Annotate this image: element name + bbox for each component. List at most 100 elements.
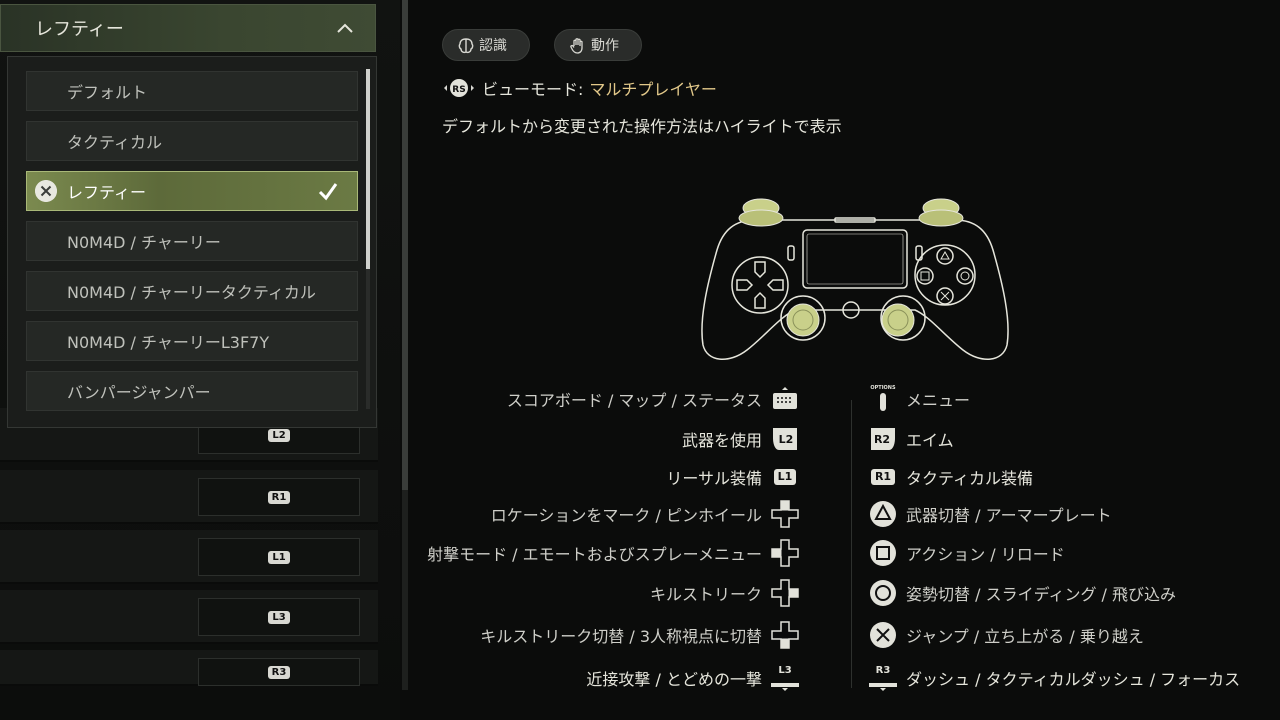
preset-option-label: N0M4D / チャーリーL3F7Y bbox=[67, 333, 270, 352]
binding-right-r2: R2 エイム bbox=[868, 424, 954, 454]
l2-icon: L2 bbox=[770, 425, 800, 453]
preset-option-selected[interactable]: レフティー bbox=[26, 171, 358, 211]
cross-button-icon bbox=[35, 180, 57, 202]
binding-left-dpad-down: キルストリーク切替 / 3人称視点に切替 bbox=[480, 620, 800, 650]
dpad-right-icon bbox=[770, 579, 800, 607]
preset-option[interactable]: デフォルト bbox=[26, 71, 358, 111]
binding-label: 武器を使用 bbox=[681, 431, 762, 450]
tab-action[interactable]: 動作 bbox=[554, 29, 642, 61]
r2-icon: R2 bbox=[868, 425, 898, 453]
preset-option[interactable]: N0M4D / チャーリーL3F7Y bbox=[26, 321, 358, 361]
binding-right-options: OPTIONS メニュー bbox=[868, 384, 970, 414]
binding-left-l3: 近接攻撃 / とどめの一撃 L3 bbox=[586, 663, 800, 693]
tab-recognition[interactable]: 認識 bbox=[442, 29, 530, 61]
preset-option-label: バンパージャンパー bbox=[67, 383, 211, 402]
preset-option[interactable]: N0M4D / チャーリータクティカル bbox=[26, 271, 358, 311]
dpad-left-icon bbox=[770, 539, 800, 567]
square-icon bbox=[868, 539, 898, 567]
touchpad-icon bbox=[770, 385, 800, 413]
right-stick-icon: RS bbox=[442, 78, 476, 98]
options-button-icon: OPTIONS bbox=[868, 385, 898, 413]
settings-scrollbar-thumb[interactable] bbox=[402, 0, 408, 490]
binding-label: エイム bbox=[906, 431, 954, 450]
bindings-divider bbox=[851, 400, 852, 688]
dropdown-scrollbar-thumb[interactable] bbox=[366, 69, 370, 269]
preset-option[interactable]: N0M4D / チャーリー bbox=[26, 221, 358, 261]
binding-label: 姿勢切替 / スライディング / 飛び込み bbox=[906, 585, 1177, 604]
key-badge: L1 bbox=[268, 550, 290, 564]
binding-row[interactable]: L3 bbox=[0, 590, 378, 644]
binding-label: 射撃モード / エモートおよびスプレーメニュー bbox=[427, 545, 762, 564]
binding-right-r3: R3 ダッシュ / タクティカルダッシュ / フォーカス bbox=[868, 663, 1240, 693]
binding-key-slot[interactable]: R1 bbox=[198, 478, 360, 516]
binding-row[interactable]: R1 bbox=[0, 470, 378, 524]
checkmark-icon bbox=[318, 183, 338, 201]
binding-left-l1: リーサル装備 L1 bbox=[666, 462, 800, 492]
binding-label: ダッシュ / タクティカルダッシュ / フォーカス bbox=[906, 670, 1241, 689]
preset-option[interactable]: タクティカル bbox=[26, 121, 358, 161]
svg-text:OPTIONS: OPTIONS bbox=[870, 385, 896, 391]
tab-label: 認識 bbox=[479, 38, 507, 54]
binding-row[interactable]: L1 bbox=[0, 530, 378, 584]
binding-right-triangle: 武器切替 / アーマープレート bbox=[868, 499, 1112, 529]
right-stick-label: RS bbox=[452, 85, 465, 95]
binding-left-l2: 武器を使用 L2 bbox=[682, 424, 800, 454]
key-badge: R3 bbox=[267, 665, 291, 679]
binding-label: ロケーションをマーク / ピンホイール bbox=[490, 506, 762, 525]
svg-text:R3: R3 bbox=[876, 665, 891, 676]
binding-key-slot[interactable]: L1 bbox=[198, 538, 360, 576]
binding-label: 武器切替 / アーマープレート bbox=[906, 506, 1112, 525]
binding-row[interactable]: R3 bbox=[0, 650, 378, 686]
binding-left-dpad-up: ロケーションをマーク / ピンホイール bbox=[491, 499, 800, 529]
binding-label: アクション / リロード bbox=[906, 545, 1065, 564]
r3-icon: R3 bbox=[868, 664, 898, 692]
view-mode-value: マルチプレイヤー bbox=[589, 80, 717, 99]
binding-label: リーサル装備 bbox=[666, 469, 762, 488]
l1-icon: L1 bbox=[770, 463, 800, 491]
key-badge: R1 bbox=[267, 490, 291, 504]
preset-option-label: デフォルト bbox=[67, 83, 148, 102]
l3-icon: L3 bbox=[770, 664, 800, 692]
binding-left-touchpad: スコアボード / マップ / ステータス bbox=[507, 384, 800, 414]
key-badge: L2 bbox=[268, 428, 290, 442]
svg-text:L3: L3 bbox=[778, 665, 791, 676]
cross-icon bbox=[868, 621, 898, 649]
r1-label: R1 bbox=[870, 469, 896, 485]
binding-label: 近接攻撃 / とどめの一撃 bbox=[586, 670, 762, 689]
chevron-up-icon bbox=[337, 23, 353, 33]
preset-option-label: N0M4D / チャーリー bbox=[67, 233, 221, 252]
tab-label: 動作 bbox=[591, 38, 619, 54]
dpad-up-icon bbox=[770, 500, 800, 528]
binding-key-slot[interactable]: R3 bbox=[198, 658, 360, 686]
svg-text:L2: L2 bbox=[779, 433, 794, 446]
hand-icon bbox=[570, 38, 583, 54]
binding-right-circle: 姿勢切替 / スライディング / 飛び込み bbox=[868, 578, 1176, 608]
controller-diagram bbox=[701, 198, 1009, 360]
preset-option[interactable]: バンパージャンパー bbox=[26, 371, 358, 411]
binding-label: キルストリーク切替 / 3人称視点に切替 bbox=[480, 627, 762, 646]
brain-icon bbox=[458, 38, 474, 54]
highlight-hint-text: デフォルトから変更された操作方法はハイライトで表示 bbox=[442, 117, 842, 136]
binding-label: スコアボード / マップ / ステータス bbox=[506, 391, 762, 410]
view-mode-label: ビューモード: bbox=[482, 80, 584, 99]
dpad-down-icon bbox=[770, 621, 800, 649]
l1-label: L1 bbox=[773, 469, 797, 485]
r1-icon: R1 bbox=[868, 463, 898, 491]
key-badge: L3 bbox=[268, 610, 290, 624]
preset-dropdown-header[interactable]: レフティー bbox=[0, 4, 376, 52]
binding-label: ジャンプ / 立ち上がる / 乗り越え bbox=[906, 627, 1144, 646]
view-mode-row[interactable]: RS ビューモード: マルチプレイヤー bbox=[442, 76, 717, 100]
binding-left-dpad-left: 射撃モード / エモートおよびスプレーメニュー bbox=[427, 538, 800, 568]
binding-label: タクティカル装備 bbox=[906, 469, 1034, 488]
preset-option-label: タクティカル bbox=[67, 133, 163, 152]
binding-left-dpad-right: キルストリーク bbox=[650, 578, 800, 608]
binding-right-square: アクション / リロード bbox=[868, 538, 1065, 568]
triangle-icon bbox=[868, 500, 898, 528]
preset-option-label: レフティー bbox=[67, 183, 147, 202]
preset-dropdown-list: デフォルト タクティカル レフティー N0M4D / チャーリー N0M4D /… bbox=[7, 56, 377, 428]
preset-option-label: N0M4D / チャーリータクティカル bbox=[67, 283, 316, 302]
svg-text:R2: R2 bbox=[874, 433, 890, 446]
preset-dropdown-title: レフティー bbox=[35, 19, 124, 40]
binding-key-slot[interactable]: L3 bbox=[198, 598, 360, 636]
binding-right-r1: R1 タクティカル装備 bbox=[868, 462, 1033, 492]
